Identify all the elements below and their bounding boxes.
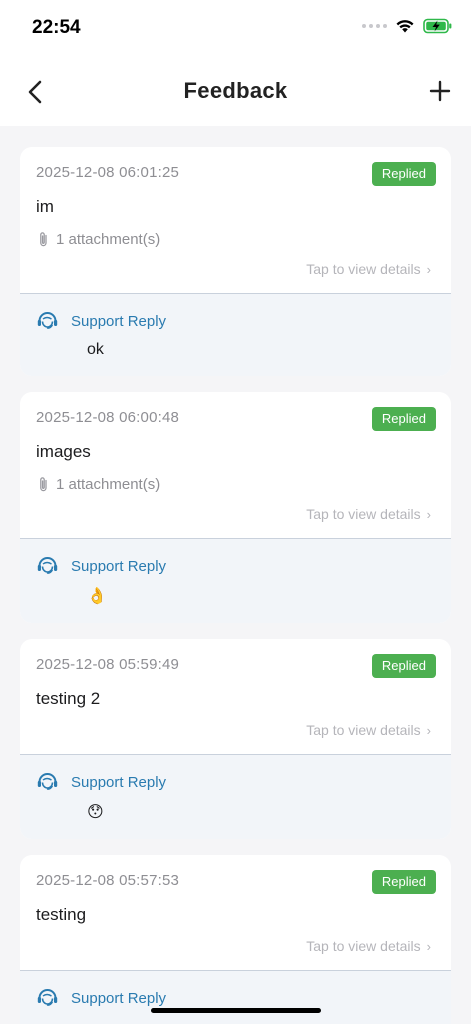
- wifi-icon: [396, 20, 414, 33]
- reply-text: 👌: [87, 588, 107, 605]
- feedback-card[interactable]: 2025-12-08 05:59:49 Replied testing 2 Ta…: [20, 639, 451, 839]
- feedback-card[interactable]: 2025-12-08 06:01:25 Replied im 1 attachm…: [20, 147, 451, 376]
- reply-label: Support Reply: [71, 989, 167, 1007]
- chevron-right-icon: ›: [426, 723, 431, 738]
- status-icons: [362, 18, 453, 34]
- support-reply: Support Reply ok: [20, 293, 451, 376]
- view-details-label: Tap to view details: [306, 506, 421, 522]
- view-details-label: Tap to view details: [306, 261, 421, 277]
- home-indicator[interactable]: [151, 1008, 321, 1013]
- chevron-right-icon: ›: [426, 939, 431, 954]
- view-details-link[interactable]: Tap to view details ›: [36, 722, 435, 754]
- paperclip-icon: [40, 232, 47, 247]
- reply-label: Support Reply: [71, 312, 167, 330]
- feedback-card-body[interactable]: 2025-12-08 06:00:48 Replied images 1 att…: [20, 392, 451, 538]
- feedback-card[interactable]: 2025-12-08 05:57:53 Replied testing Tap …: [20, 855, 451, 1024]
- feedback-content: testing: [36, 905, 87, 924]
- paperclip-icon: [40, 477, 47, 492]
- feedback-list: 2025-12-08 06:01:25 Replied im 1 attachm…: [20, 147, 451, 1024]
- battery-charging-icon: [423, 18, 452, 34]
- feedback-screen: 22:54 Feedback 2025-12-08 06:01:25 Repli…: [0, 0, 471, 1024]
- reply-label: Support Reply: [71, 557, 167, 575]
- view-details-link[interactable]: Tap to view details ›: [36, 938, 435, 970]
- status-badge: Replied: [371, 870, 436, 894]
- status-badge: Replied: [371, 654, 436, 678]
- chevron-right-icon: ›: [426, 262, 431, 277]
- status-badge: Replied: [371, 407, 436, 431]
- view-details-link[interactable]: Tap to view details ›: [36, 261, 435, 293]
- support-agent-icon: [37, 989, 58, 1006]
- support-reply: Support Reply 👌: [20, 538, 451, 623]
- reply-header: Support Reply: [36, 988, 435, 1008]
- support-agent-icon: [37, 773, 58, 790]
- attachment-row: 1 attachment(s): [36, 231, 435, 248]
- top-bar: 22:54 Feedback: [0, 0, 471, 126]
- feedback-content: im: [36, 197, 54, 216]
- feedback-content: testing 2: [36, 689, 101, 708]
- view-details-label: Tap to view details: [306, 938, 421, 954]
- support-reply: Support Reply 😯: [20, 754, 451, 839]
- reply-text: 😯: [87, 804, 104, 821]
- reply-header: Support Reply: [36, 311, 435, 331]
- attachment-row: 1 attachment(s): [36, 476, 435, 493]
- chevron-right-icon: ›: [426, 507, 431, 522]
- view-details-label: Tap to view details: [306, 722, 421, 738]
- reply-header: Support Reply: [36, 556, 435, 576]
- feedback-card-body[interactable]: 2025-12-08 05:57:53 Replied testing Tap …: [20, 855, 451, 970]
- support-agent-icon: [37, 557, 58, 574]
- reply-label: Support Reply: [71, 773, 167, 791]
- view-details-link[interactable]: Tap to view details ›: [36, 506, 435, 538]
- attachment-count: 1 attachment(s): [56, 476, 161, 493]
- page-title: Feedback: [183, 78, 288, 103]
- status-badge: Replied: [371, 162, 436, 186]
- support-agent-icon: [37, 312, 58, 329]
- feedback-card-body[interactable]: 2025-12-08 05:59:49 Replied testing 2 Ta…: [20, 639, 451, 754]
- support-reply: Support Reply: [20, 970, 451, 1024]
- feedback-card[interactable]: 2025-12-08 06:00:48 Replied images 1 att…: [20, 392, 451, 623]
- feedback-content: images: [36, 442, 91, 461]
- attachment-count: 1 attachment(s): [56, 231, 161, 248]
- feedback-card-body[interactable]: 2025-12-08 06:01:25 Replied im 1 attachm…: [20, 147, 451, 293]
- status-time: 22:54: [32, 17, 81, 38]
- reply-header: Support Reply: [36, 772, 435, 792]
- add-feedback-button[interactable]: [429, 80, 451, 102]
- reply-text: ok: [87, 341, 104, 358]
- signal-icon: [362, 24, 387, 28]
